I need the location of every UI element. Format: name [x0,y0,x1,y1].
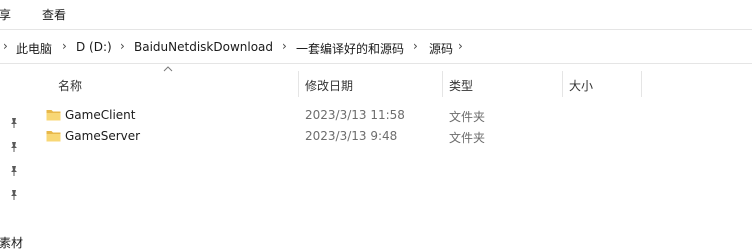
pin-icon [11,166,17,176]
sort-ascending-icon [163,66,173,72]
file-type: 文件夹 [449,131,486,145]
menu-share[interactable]: 享 [0,6,11,23]
column-header-modified[interactable]: 修改日期 [305,77,353,94]
breadcrumb-compiled-and-source[interactable]: 一套编译好的和源码 [296,40,404,57]
column-separator[interactable] [442,71,443,97]
breadcrumb-drive-d[interactable]: D (D:) [76,40,112,54]
file-modified: 2023/3/13 9:48 [305,129,398,143]
breadcrumb-separator[interactable]: › [3,39,8,53]
column-separator[interactable] [562,71,563,97]
breadcrumb-separator[interactable]: › [282,39,287,53]
pin-icon [11,190,17,200]
file-name[interactable]: GameClient [65,108,135,122]
file-type: 文件夹 [449,110,486,124]
address-divider [0,63,752,64]
column-header-type[interactable]: 类型 [449,77,473,94]
menu-bar: 享 查看 [0,0,752,28]
menu-view[interactable]: 查看 [42,6,66,23]
file-row-gameclient[interactable]: GameClient 2023/3/13 11:58 文件夹 [40,105,650,126]
breadcrumb-separator[interactable]: › [120,39,125,53]
pin-icon [11,118,17,128]
breadcrumb-source[interactable]: 源码 [429,40,453,57]
file-modified: 2023/3/13 11:58 [305,108,405,122]
breadcrumb-baidunetdiskdownload[interactable]: BaiduNetdiskDownload [134,40,273,54]
breadcrumb-separator[interactable]: › [458,39,463,53]
breadcrumb-this-pc[interactable]: 此电脑 [16,40,52,57]
pin-icon [11,142,17,152]
ribbon-divider [0,29,752,30]
column-header-size[interactable]: 大小 [569,77,593,94]
column-header-name[interactable]: 名称 [58,77,82,94]
folder-icon [46,131,61,142]
column-separator[interactable] [641,71,642,97]
file-name[interactable]: GameServer [65,129,140,143]
nav-item-sucai[interactable]: 素材 [0,234,23,251]
address-bar[interactable]: › 此电脑 › D (D:) › BaiduNetdiskDownload › … [0,36,752,60]
folder-icon [46,110,61,121]
breadcrumb-separator[interactable]: › [62,39,67,53]
breadcrumb-separator[interactable]: › [413,39,418,53]
file-row-gameserver[interactable]: GameServer 2023/3/13 9:48 文件夹 [40,126,650,147]
column-separator[interactable] [298,71,299,97]
